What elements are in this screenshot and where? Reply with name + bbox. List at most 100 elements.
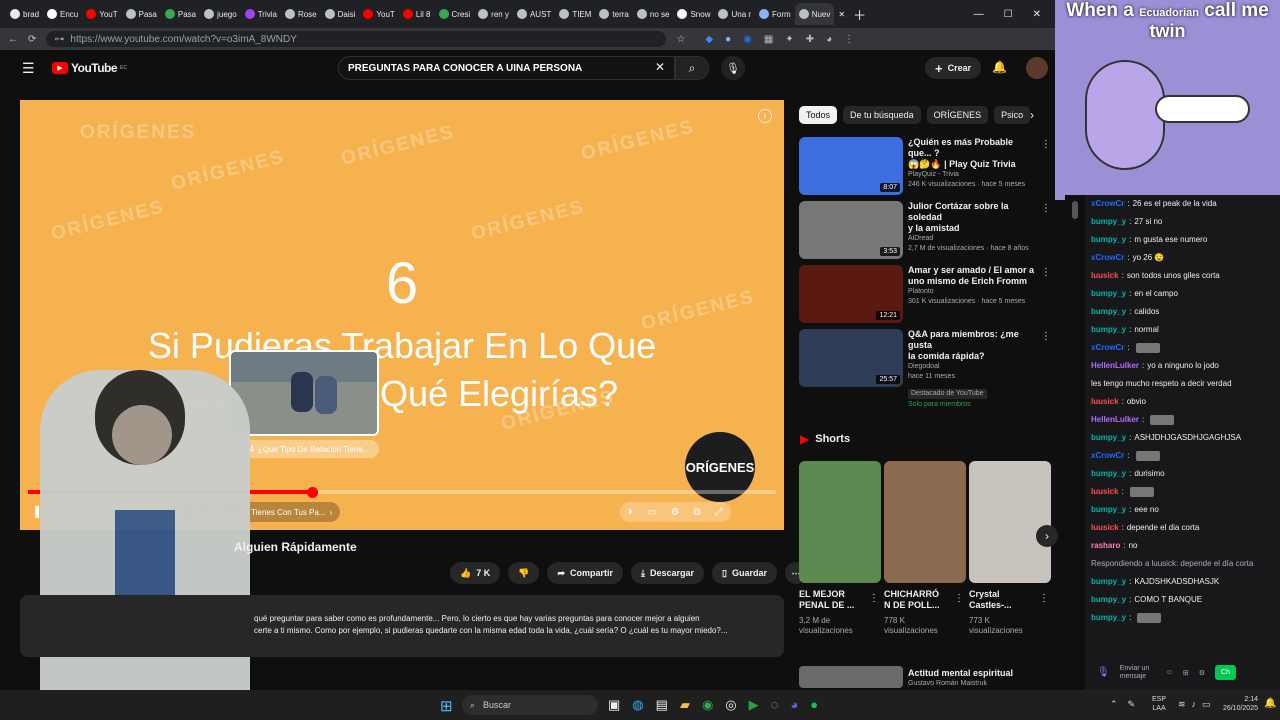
terminal-icon[interactable]: ▶ <box>749 697 759 713</box>
short-thumbnail[interactable] <box>884 461 966 583</box>
chip-origenes[interactable]: ORÍGENES <box>926 106 989 124</box>
chat-scrollbar[interactable] <box>1065 195 1085 685</box>
search-button[interactable]: ⌕ <box>675 56 709 80</box>
emote-icon[interactable]: ☺ <box>1166 669 1173 676</box>
clock[interactable]: 2:14 26/10/2025 <box>1212 695 1258 713</box>
browser-tab[interactable]: Nuev <box>794 3 835 25</box>
chrome-icon[interactable]: ◉ <box>702 697 713 713</box>
edge-icon[interactable]: ◍ <box>632 697 643 713</box>
chat-username[interactable]: bumpy_y <box>1091 504 1126 516</box>
more-vert-icon[interactable]: ⋮ <box>1041 331 1051 342</box>
browser-tab[interactable]: Trivia <box>241 3 281 25</box>
site-info-icon[interactable]: ⊶ <box>54 34 64 45</box>
browser-tab[interactable]: Rose <box>281 3 321 25</box>
obs-icon[interactable]: ◎ <box>725 697 736 713</box>
avatar[interactable] <box>1026 57 1048 79</box>
chat-username[interactable]: bumpy_y <box>1091 234 1126 246</box>
like-button[interactable]: 👍 7 K <box>450 562 501 584</box>
youtube-logo[interactable]: ▶ YouTube EC <box>52 61 127 75</box>
chat-username[interactable]: luusick <box>1091 396 1119 408</box>
back-icon[interactable]: ← <box>8 34 18 45</box>
quick-settings[interactable]: ≋ ♪ ▭ <box>1178 699 1211 710</box>
extension-icon[interactable]: ◉ <box>743 34 752 45</box>
video-description[interactable]: qué preguntar para saber como es profund… <box>20 595 784 657</box>
taskbar-search[interactable]: ⌕ Buscar <box>462 695 598 715</box>
chat-username[interactable]: bumpy_y <box>1091 324 1126 336</box>
browser-tab[interactable]: Encu <box>43 3 82 25</box>
close-window-icon[interactable]: ✕ <box>1033 9 1041 20</box>
browser-tab[interactable]: TIEM <box>555 3 595 25</box>
save-button[interactable]: ▯ Guardar <box>712 562 777 584</box>
store-icon[interactable]: ▤ <box>656 697 668 713</box>
subtitles-icon[interactable]: ▭ <box>647 507 656 518</box>
browser-tab[interactable]: Pasa <box>161 3 200 25</box>
chat-username[interactable]: xCrowCr <box>1091 252 1124 264</box>
notifications-bell-icon[interactable]: 🔔 <box>992 60 1007 74</box>
chat-username[interactable]: bumpy_y <box>1091 612 1126 624</box>
spotify-icon[interactable]: ● <box>810 697 818 713</box>
channel-name[interactable]: PlayQuiz - Trivia <box>908 170 1038 180</box>
more-vert-icon[interactable]: ⋮ <box>1041 139 1051 150</box>
minimize-icon[interactable]: — <box>974 9 984 20</box>
reload-icon[interactable]: ⟳ <box>28 34 36 45</box>
shorts-next-button[interactable]: › <box>1036 525 1058 547</box>
browser-tab[interactable]: Una r <box>714 3 755 25</box>
dislike-button[interactable]: 👎 <box>508 562 540 584</box>
chat-username[interactable]: luusick <box>1091 486 1119 498</box>
windows-start-icon[interactable]: ⊞ <box>440 697 453 715</box>
clear-search-icon[interactable]: ✕ <box>655 60 665 74</box>
more-vert-icon[interactable]: ⋮ <box>869 593 879 604</box>
chip-de-tu-busqueda[interactable]: De tu búsqueda <box>843 106 921 124</box>
chat-username[interactable]: xCrowCr <box>1091 342 1124 354</box>
settings-gear-icon[interactable]: ⚙ <box>670 507 679 518</box>
short-card[interactable]: EL MEJOR PENAL DE ... 3,2 M de visualizacio… <box>799 461 881 646</box>
chat-username[interactable]: HellenLulker <box>1091 414 1139 426</box>
share-button[interactable]: ➦ Compartir <box>547 562 624 584</box>
chat-scroll-thumb[interactable] <box>1072 201 1078 219</box>
recommended-video[interactable]: 12:21 Amar y ser amado / El amor a uno mis… <box>799 265 1055 329</box>
video-thumbnail[interactable]: 25:57 <box>799 329 903 387</box>
short-thumbnail[interactable] <box>969 461 1051 583</box>
short-thumbnail[interactable] <box>799 461 881 583</box>
settings-gear-icon[interactable]: ⚙ <box>1199 669 1205 677</box>
browser-tab[interactable]: AUST <box>513 3 555 25</box>
browser-tab[interactable]: Form <box>755 3 795 25</box>
progress-scrubber[interactable] <box>307 487 319 498</box>
url-field[interactable]: ⊶ https://www.youtube.com/watch?v=o3imA_… <box>46 31 667 47</box>
next-video-thumbnail[interactable] <box>799 666 903 688</box>
chat-username[interactable]: rasharo <box>1091 540 1120 552</box>
short-card[interactable]: CHICHARRÓ N DE POLL... 778 Kvisualizacione… <box>884 461 966 646</box>
more-vert-icon[interactable]: ⋮ <box>1041 203 1051 214</box>
chat-send-placeholder[interactable]: Enviar un mensaje <box>1120 665 1156 681</box>
browser-tab[interactable]: juego <box>200 3 241 25</box>
browser-tab[interactable]: ren y <box>474 3 513 25</box>
extension-icon[interactable]: ✦ <box>785 34 793 45</box>
channel-name[interactable]: Platonto <box>908 287 1038 297</box>
more-vert-icon[interactable]: ⋮ <box>1039 593 1049 604</box>
chip-psico[interactable]: Psico <box>994 106 1031 124</box>
pen-icon[interactable]: ✎ <box>1128 699 1136 710</box>
channel-name[interactable]: AiDread <box>908 234 1038 244</box>
fullscreen-icon[interactable]: ⤢ <box>715 507 723 518</box>
info-icon[interactable]: i <box>758 109 772 123</box>
download-button[interactable]: ⤓ Descargar <box>631 562 705 584</box>
next-video-info[interactable]: Actitud mental espiritual Gustavo Román … <box>908 668 1013 689</box>
maximize-icon[interactable]: ☐ <box>1004 9 1013 20</box>
chat-username[interactable]: luusick <box>1091 522 1119 534</box>
recommended-video[interactable]: 3:53 Julior Cortázar sobre la soledad y la… <box>799 201 1055 265</box>
more-vert-icon[interactable]: ⋮ <box>1041 267 1051 278</box>
chat-username[interactable]: xCrowCr <box>1091 450 1124 462</box>
chat-username[interactable]: bumpy_y <box>1091 216 1126 228</box>
browser-tab[interactable]: brad <box>6 3 43 25</box>
file-explorer-icon[interactable]: ▰ <box>680 697 690 713</box>
voice-search-button[interactable]: 🎙 <box>721 56 745 80</box>
chat-username[interactable]: luusick <box>1091 270 1119 282</box>
miniplayer-icon[interactable]: ⧉ <box>693 507 700 518</box>
browser-tab[interactable]: YouT <box>82 3 121 25</box>
video-thumbnail[interactable]: 8:07 <box>799 137 903 195</box>
more-vert-icon[interactable]: ⋮ <box>954 593 964 604</box>
chat-username[interactable]: bumpy_y <box>1091 594 1126 606</box>
recommended-video[interactable]: 25:57 Q&A para miembros: ¿me gusta la comi… <box>799 329 1055 408</box>
browser-tab[interactable]: no se <box>633 3 674 25</box>
chips-next-arrow-icon[interactable]: › <box>1030 108 1034 122</box>
